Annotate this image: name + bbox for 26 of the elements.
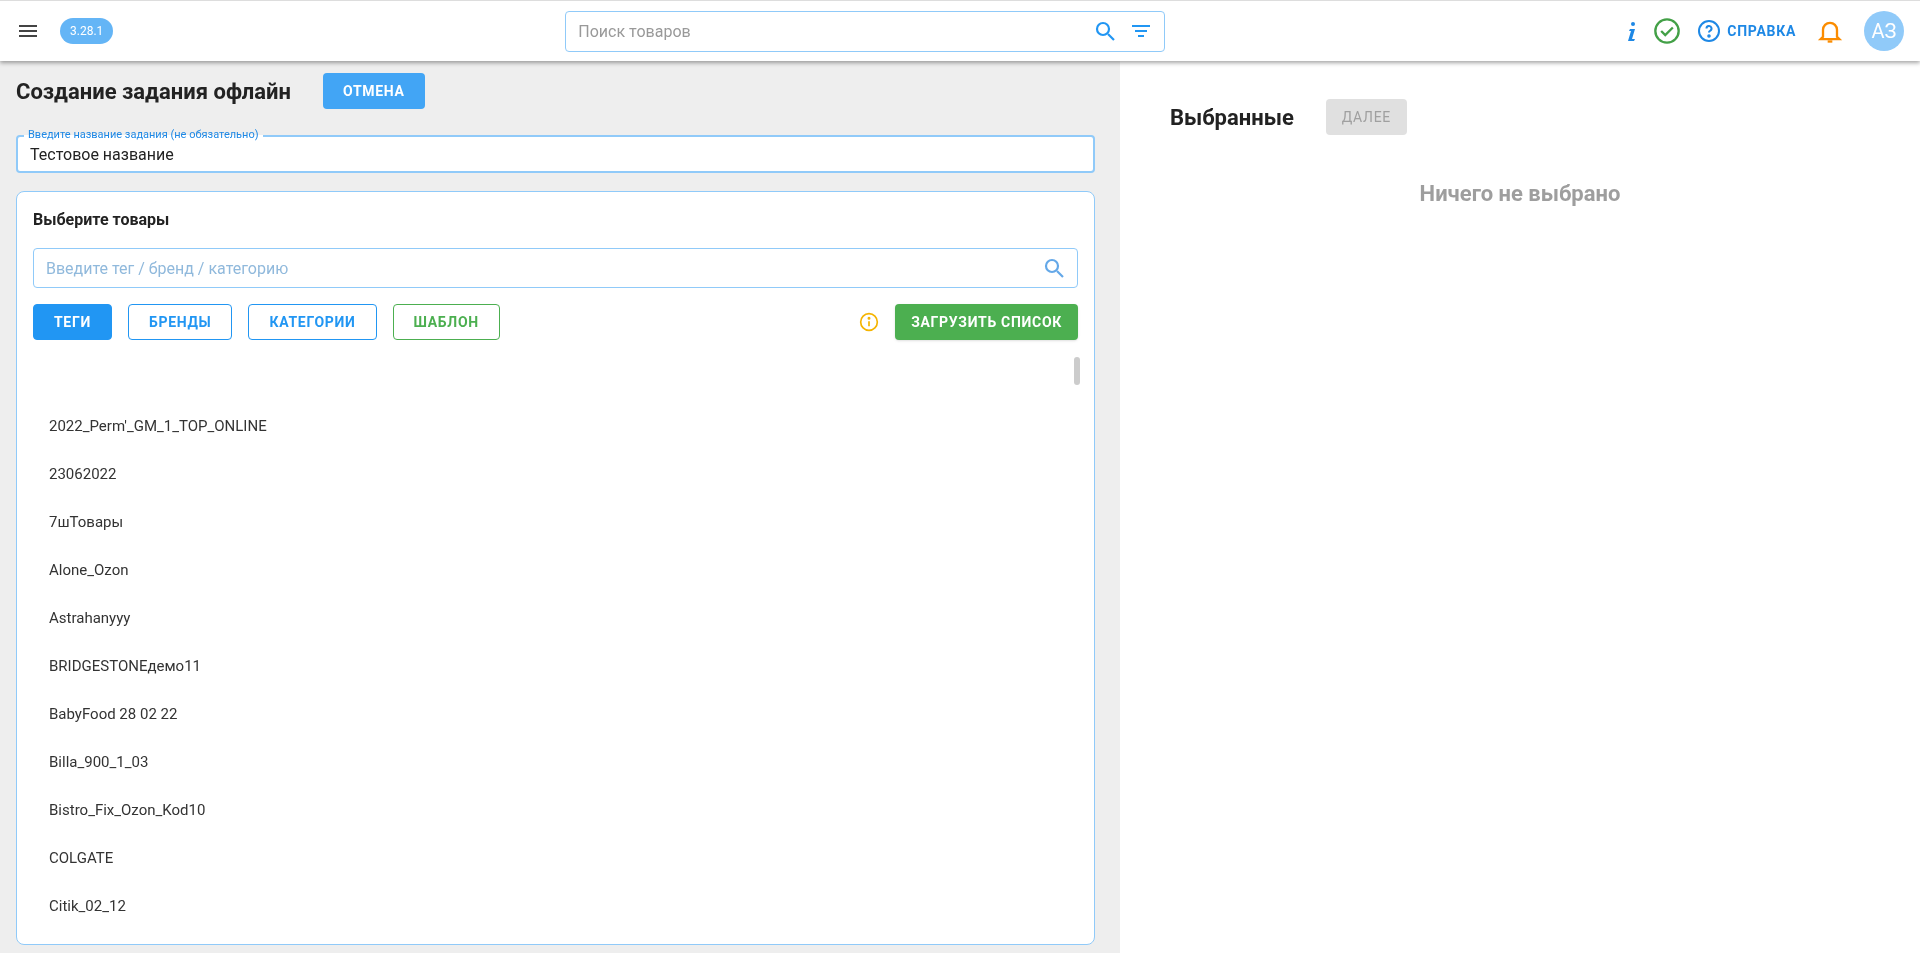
- page-title: Создание задания офлайн: [16, 77, 291, 106]
- search-icon[interactable]: [1042, 256, 1066, 280]
- search-field[interactable]: Поиск товаров: [565, 10, 1166, 52]
- section-title: Выберите товары: [33, 209, 171, 231]
- tag-item[interactable]: BabyFood 28 02 22: [49, 690, 1078, 738]
- tag-item[interactable]: COLGATE: [49, 834, 1078, 882]
- scrollbar-thumb[interactable]: [1074, 357, 1080, 385]
- panel-title: Выбранные: [1170, 103, 1294, 132]
- help-icon: [1697, 19, 1722, 43]
- info-icon[interactable]: [1625, 19, 1638, 43]
- tag-item[interactable]: BRIDGESTONEдемо11: [49, 642, 1078, 690]
- tag-item[interactable]: Bistro_Fix_Ozon_Kod10: [49, 786, 1078, 834]
- field-label: Введите название задания (не обязательно): [24, 128, 263, 142]
- info-icon[interactable]: [859, 312, 880, 332]
- tag-item[interactable]: Billa_900_1_03: [49, 738, 1078, 786]
- version-badge: 3.28.1: [60, 18, 114, 44]
- tag-item[interactable]: 23062022: [49, 450, 1078, 498]
- tag-item[interactable]: Alone_Ozon: [49, 546, 1078, 594]
- tag-item[interactable]: Citik_02_12: [49, 882, 1078, 930]
- tag-item[interactable]: 7шТовары: [49, 498, 1078, 546]
- help-button[interactable]: СПРАВКА: [1697, 19, 1796, 43]
- product-search-field[interactable]: Введите тег / бренд / категорию: [33, 248, 1078, 288]
- empty-message: Ничего не выбрано: [1418, 180, 1622, 208]
- tag-item[interactable]: Astrahanyyy: [49, 594, 1078, 642]
- tag-item[interactable]: 2022_Perm'_GM_1_TOP_ONLINE: [49, 402, 1078, 450]
- check-circle-icon[interactable]: [1653, 17, 1682, 45]
